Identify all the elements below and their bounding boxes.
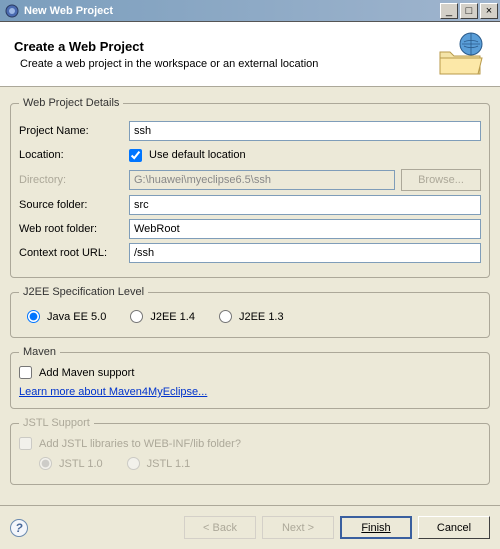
add-maven-support-checkbox[interactable]: Add Maven support [19, 366, 134, 379]
radio-j2ee-13-input[interactable] [219, 310, 232, 323]
source-folder-label: Source folder: [19, 199, 129, 211]
back-button: < Back [184, 516, 256, 539]
radio-j2ee-13[interactable]: J2EE 1.3 [219, 310, 284, 323]
web-project-details: Web Project Details Project Name: Locati… [10, 97, 490, 278]
cancel-button[interactable]: Cancel [418, 516, 490, 539]
context-root-label: Context root URL: [19, 247, 129, 259]
radio-java-ee-5-input[interactable] [27, 310, 40, 323]
web-root-label: Web root folder: [19, 223, 129, 235]
maven-group: Maven Add Maven support Learn more about… [10, 346, 490, 409]
browse-button: Browse... [401, 169, 481, 191]
details-legend: Web Project Details [19, 97, 123, 109]
use-default-location-text: Use default location [149, 149, 246, 161]
add-jstl-checkbox: Add JSTL libraries to WEB-INF/lib folder… [19, 437, 241, 450]
radio-j2ee-14-input[interactable] [130, 310, 143, 323]
radio-j2ee-14-label: J2EE 1.4 [150, 311, 195, 323]
use-default-location-input[interactable] [129, 149, 142, 162]
finish-button[interactable]: Finish [340, 516, 412, 539]
web-root-input[interactable] [129, 219, 481, 239]
radio-java-ee-5-label: Java EE 5.0 [47, 311, 106, 323]
banner: Create a Web Project Create a web projec… [0, 22, 500, 87]
window-title: New Web Project [24, 5, 440, 17]
context-root-input[interactable] [129, 243, 481, 263]
page-title: Create a Web Project [14, 39, 436, 54]
j2ee-spec-level: J2EE Specification Level Java EE 5.0 J2E… [10, 286, 490, 338]
minimize-button[interactable]: _ [440, 3, 458, 19]
jstl-legend: JSTL Support [19, 417, 94, 429]
jstl-group: JSTL Support Add JSTL libraries to WEB-I… [10, 417, 490, 485]
radio-jstl-11-input [127, 457, 140, 470]
radio-java-ee-5[interactable]: Java EE 5.0 [27, 310, 106, 323]
radio-j2ee-14[interactable]: J2EE 1.4 [130, 310, 195, 323]
help-icon[interactable]: ? [10, 519, 28, 537]
next-button: Next > [262, 516, 334, 539]
add-maven-support-label: Add Maven support [39, 367, 134, 379]
directory-input [129, 170, 395, 190]
button-bar: ? < Back Next > Finish Cancel [0, 505, 500, 549]
maximize-button[interactable]: □ [460, 3, 478, 19]
radio-jstl-10-label: JSTL 1.0 [59, 458, 103, 470]
add-jstl-input [19, 437, 32, 450]
titlebar: New Web Project _ □ × [0, 0, 500, 22]
radio-jstl-11: JSTL 1.1 [127, 457, 191, 470]
j2ee-legend: J2EE Specification Level [19, 286, 148, 298]
location-label: Location: [19, 149, 129, 161]
maven-legend: Maven [19, 346, 60, 358]
learn-more-link[interactable]: Learn more about Maven4MyEclipse... [19, 386, 207, 398]
radio-j2ee-13-label: J2EE 1.3 [239, 311, 284, 323]
radio-jstl-10: JSTL 1.0 [39, 457, 103, 470]
add-maven-support-input[interactable] [19, 366, 32, 379]
directory-label: Directory: [19, 174, 129, 186]
project-name-input[interactable] [129, 121, 481, 141]
wizard-icon [4, 3, 20, 19]
radio-jstl-11-label: JSTL 1.1 [147, 458, 191, 470]
add-jstl-label: Add JSTL libraries to WEB-INF/lib folder… [39, 438, 241, 450]
use-default-location-checkbox[interactable]: Use default location [129, 149, 246, 162]
radio-jstl-10-input [39, 457, 52, 470]
close-button[interactable]: × [480, 3, 498, 19]
project-name-label: Project Name: [19, 125, 129, 137]
folder-globe-icon [436, 32, 486, 76]
source-folder-input[interactable] [129, 195, 481, 215]
window-controls: _ □ × [440, 3, 498, 19]
page-subtitle: Create a web project in the workspace or… [20, 58, 436, 70]
